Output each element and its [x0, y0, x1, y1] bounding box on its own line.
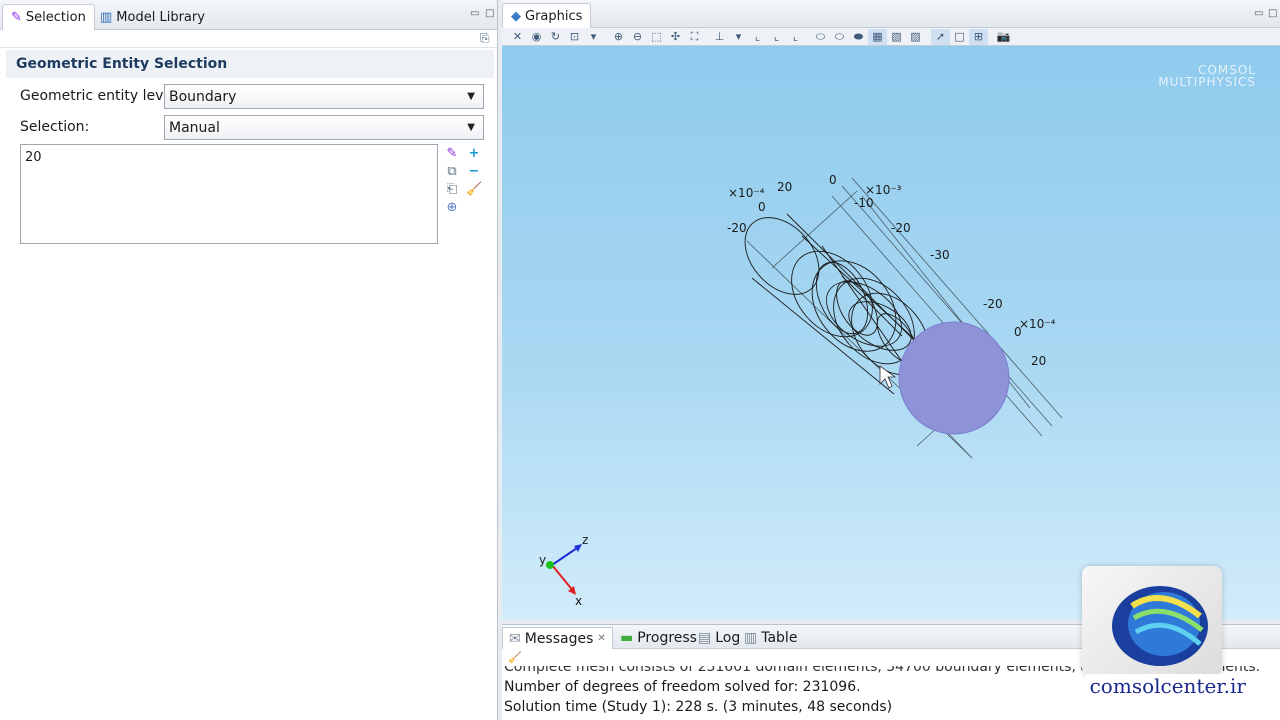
tab-progress[interactable]: ▬ Progress [614, 627, 703, 649]
graphics-panel: ◆ Graphics ▭ □ ✕ ◉ ↻ ⊡ ▾ ⊕ ⊖ ⬚ ✣ ⛶ ⊥ ▾ ⌞… [502, 0, 1280, 620]
minimize-icon[interactable]: ▭ [1254, 8, 1263, 19]
zoom-selected-icon[interactable]: ✣ [666, 29, 685, 45]
render-icon[interactable]: ▨ [906, 29, 925, 45]
axis-label: ×10⁻³ [865, 183, 902, 197]
selection-list[interactable]: 20 [20, 144, 438, 244]
section-title[interactable]: Geometric Entity Selection [6, 50, 494, 78]
copy-selection-icon[interactable]: ⧉ [444, 164, 460, 180]
selection-panel: ✎ Selection ▥ Model Library ▭ □ ⎘ Geomet… [0, 0, 498, 720]
axis-label: -30 [930, 248, 950, 262]
progress-icon: ▬ [620, 630, 634, 646]
eye-icon[interactable]: ◉ [527, 29, 546, 45]
triad-y-label: y [539, 553, 547, 567]
entity-level-label: Geometric entity level: [20, 88, 181, 104]
refresh-icon[interactable]: ↻ [546, 29, 565, 45]
watermark: comsolcenter.ir [1082, 566, 1252, 716]
activate-selection-icon[interactable]: ✎ [444, 146, 460, 162]
zoom-to-selection-icon[interactable]: ⊕ [444, 200, 460, 216]
tab-table[interactable]: ▥ Table [738, 627, 803, 649]
axis-label: 0 [829, 173, 837, 187]
comsol-window: ✎ Selection ▥ Model Library ▭ □ ⎘ Geomet… [0, 0, 1280, 720]
triad-z-label: z [582, 533, 589, 547]
chevron-down-icon: ▼ [467, 122, 475, 133]
left-tabbar: ✎ Selection ▥ Model Library ▭ □ [0, 0, 497, 30]
tab-model-library[interactable]: ▥ Model Library [92, 4, 213, 30]
tab-messages[interactable]: ✉ Messages ✕ [502, 627, 613, 649]
chevron-down-icon: ▼ [467, 91, 475, 102]
clear-selection-icon[interactable]: 🧹 [466, 182, 482, 198]
axis-view-icon[interactable]: ⊥ [710, 29, 729, 45]
left-subbar: ⎘ [0, 30, 497, 48]
zx-view-icon[interactable]: ⌞ [786, 29, 805, 45]
close-icon[interactable]: ✕ [508, 29, 527, 45]
deselect-icon[interactable]: ⬭ [830, 29, 849, 45]
pointer-icon[interactable]: ➚ [931, 28, 950, 45]
add-icon[interactable]: + [466, 146, 482, 162]
axis-label: -20 [891, 221, 911, 235]
xy-view-icon[interactable]: ⌞ [748, 29, 767, 45]
camera-view-icon[interactable]: ⊡ [565, 29, 584, 45]
axis-label: ×10⁻⁴ [728, 186, 765, 200]
wireframe-icon[interactable]: ▦ [868, 28, 887, 45]
logo-cube [1082, 566, 1222, 676]
chevron-down-icon[interactable]: ▾ [729, 29, 748, 45]
model-geometry[interactable] [502, 46, 1280, 620]
hide-icon[interactable]: ⬬ [849, 29, 868, 45]
axis-label: -20 [727, 221, 747, 235]
axis-label: 0 [758, 200, 766, 214]
selection-icon: ✎ [11, 10, 22, 25]
axis-triad [546, 544, 582, 595]
zoom-out-icon[interactable]: ⊖ [628, 29, 647, 45]
tab-graphics[interactable]: ◆ Graphics [502, 3, 592, 28]
graphics-toolbar: ✕ ◉ ↻ ⊡ ▾ ⊕ ⊖ ⬚ ✣ ⛶ ⊥ ▾ ⌞ ⌞ ⌞ ⬭ ⬭ ⬬ ▦ ▧ … [502, 28, 1280, 46]
maximize-icon[interactable]: □ [1268, 8, 1277, 19]
watermark-text: comsolcenter.ir [1085, 674, 1250, 698]
message-line: Solution time (Study 1): 228 s. (3 minut… [504, 699, 893, 715]
zoom-extents-icon[interactable]: ⛶ [685, 29, 704, 45]
yz-view-icon[interactable]: ⌞ [767, 29, 786, 45]
axis-label: -20 [983, 297, 1003, 311]
remove-icon[interactable]: − [466, 164, 482, 180]
clear-icon[interactable]: 🧹 [508, 651, 522, 664]
selection-label: Selection: [20, 119, 90, 135]
screenshot-icon[interactable]: 📷 [994, 29, 1013, 45]
list-item[interactable]: 20 [25, 150, 433, 165]
grid-icon[interactable]: ⊞ [969, 28, 988, 45]
zoom-in-icon[interactable]: ⊕ [609, 29, 628, 45]
graphics-icon: ◆ [511, 8, 521, 24]
axis-label: 20 [777, 180, 793, 194]
maximize-icon[interactable]: □ [485, 8, 494, 19]
graphics-viewport[interactable]: COMSOL MULTIPHYSICS ×10⁻⁴ 20 0 -20 0 ×10… [502, 46, 1280, 620]
blank-icon[interactable]: □ [950, 29, 969, 45]
transparency-icon[interactable]: ▧ [887, 29, 906, 45]
axis-label: -10 [854, 196, 874, 210]
select-box-icon[interactable]: ⬭ [811, 29, 830, 45]
zoom-box-icon[interactable]: ⬚ [647, 29, 666, 45]
selected-boundary[interactable] [898, 321, 1010, 435]
library-icon: ▥ [100, 9, 113, 25]
table-icon: ▥ [744, 630, 758, 646]
pin-icon[interactable]: ⎘ [480, 31, 490, 46]
graphics-tabbar: ◆ Graphics ▭ □ [502, 0, 1280, 28]
message-line: Number of degrees of freedom solved for:… [504, 679, 861, 695]
minimize-icon[interactable]: ▭ [470, 8, 479, 19]
chevron-down-icon[interactable]: ▾ [584, 29, 603, 45]
axis-label: 20 [1031, 354, 1047, 368]
log-icon: ▤ [698, 630, 712, 646]
axis-label: ×10⁻⁴ [1019, 317, 1056, 331]
close-icon[interactable]: ✕ [597, 633, 605, 644]
entity-level-select[interactable]: Boundary ▼ [164, 84, 484, 109]
paste-selection-icon[interactable]: ⎗ [444, 182, 460, 198]
tab-selection[interactable]: ✎ Selection [2, 4, 95, 30]
messages-icon: ✉ [509, 630, 521, 647]
triad-x-label: x [575, 594, 583, 608]
selection-select[interactable]: Manual ▼ [164, 115, 484, 140]
